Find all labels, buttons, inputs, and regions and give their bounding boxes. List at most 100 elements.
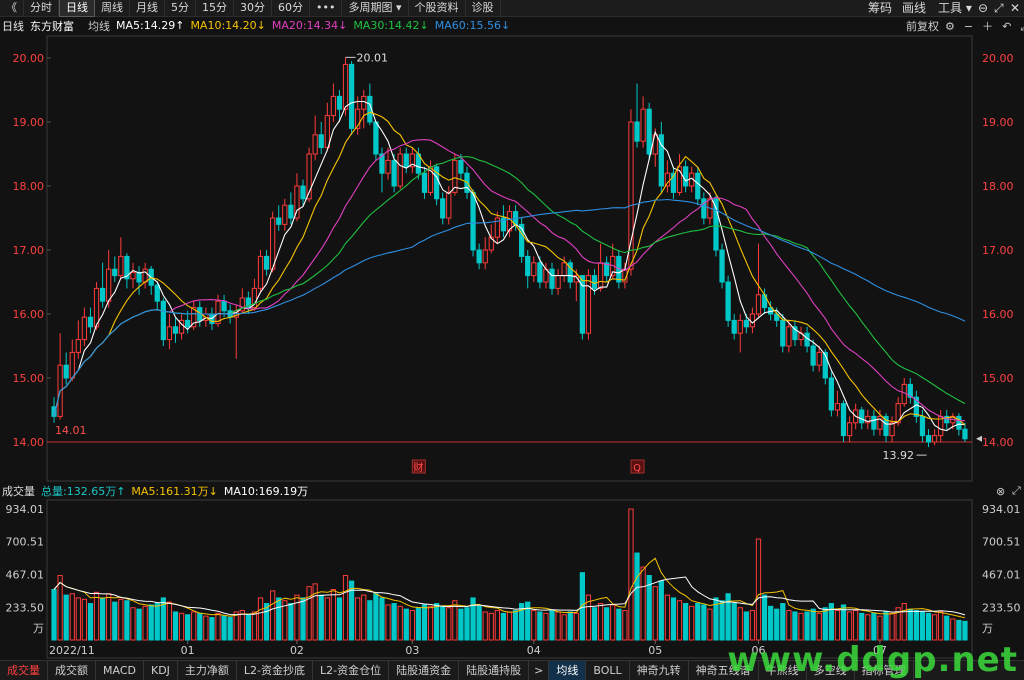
indicator-tab-9[interactable]: >: [529, 661, 550, 680]
candle-body: [130, 271, 136, 280]
candle-body: [719, 249, 725, 283]
volume-title: 成交量: [2, 485, 35, 498]
volume-bar: [318, 594, 324, 641]
candle-body: [81, 316, 88, 341]
volume-bar: [889, 612, 895, 641]
volume-tick-left: 233.50: [6, 601, 45, 614]
candle-body: [312, 134, 318, 155]
price-tick-left: 20.00: [13, 52, 45, 65]
candle-body: [925, 435, 932, 443]
volume-bar: [130, 607, 136, 641]
volume-bar: [604, 607, 610, 641]
x-axis-label: 02: [290, 644, 304, 657]
volume-bar: [573, 612, 579, 641]
volume-bar: [786, 610, 792, 641]
volume-bar: [288, 603, 294, 641]
volume-bar: [676, 600, 683, 641]
close-icon[interactable]: ⊗: [996, 485, 1005, 498]
volume-bar: [51, 589, 57, 641]
indicator-tab-11[interactable]: BOLL: [586, 661, 630, 680]
volume-total: 总量:132.65万↑: [41, 485, 126, 498]
candle-body: [682, 166, 689, 187]
candle-body: [646, 108, 652, 155]
candle-body: [160, 300, 166, 341]
volume-bar: [707, 608, 713, 641]
candle-body: [743, 319, 749, 328]
volume-bar: [725, 593, 731, 641]
candle-body: [810, 345, 816, 366]
volume-bar: [245, 614, 251, 641]
volume-bar: [865, 614, 871, 641]
volume-bar: [859, 612, 865, 641]
candle-body: [440, 198, 446, 219]
candle-body: [640, 108, 646, 142]
volume-ma5-line: [53, 557, 966, 619]
volume-bar: [355, 597, 361, 641]
volume-bar: [209, 617, 215, 641]
candle-body: [385, 159, 391, 174]
ma20-line: [53, 139, 966, 422]
volume-bar: [391, 603, 397, 641]
volume-bar: [822, 607, 828, 641]
candle-body: [634, 121, 640, 142]
candle-body: [531, 262, 537, 277]
candle-body: [828, 377, 834, 411]
candle-body: [318, 134, 324, 149]
candle-body: [470, 191, 476, 251]
high-label: 20.01: [357, 51, 389, 64]
volume-bar: [367, 600, 373, 641]
low-label-left: 14.01: [55, 424, 87, 437]
indicator-tab-3[interactable]: KDJ: [144, 661, 178, 680]
expand-icon[interactable]: ⤢: [1012, 484, 1021, 498]
volume-ma10: MA10:169.19万: [223, 485, 309, 498]
candle-body: [537, 262, 543, 283]
price-tick-right: 20.00: [982, 52, 1014, 65]
kline-chart[interactable]: 20.00 20.00 19.00 19.00 18.00 18.00 17.00 17.00…: [0, 0, 1024, 679]
volume-tick-right: 467.01: [982, 568, 1021, 581]
indicator-tab-8[interactable]: 陆股通持股: [459, 661, 530, 680]
indicator-tab-10[interactable]: 均线: [549, 661, 587, 680]
volume-bar: [106, 593, 112, 641]
volume-bar: [549, 610, 555, 641]
volume-bar: [440, 605, 446, 641]
price-tick-left: 18.00: [13, 180, 45, 193]
volume-bar: [93, 591, 100, 641]
candle-body: [931, 435, 938, 443]
indicator-tab-2[interactable]: MACD: [96, 661, 144, 680]
indicator-tab-1[interactable]: 成交额: [48, 661, 96, 680]
indicator-tab-6[interactable]: L2-资金仓位: [313, 661, 390, 680]
ma30-line: [53, 156, 966, 417]
indicator-tab-5[interactable]: L2-资金抄底: [237, 661, 314, 680]
candle-body: [840, 403, 847, 437]
volume-bar: [63, 594, 69, 641]
candle-body: [731, 319, 737, 334]
candle-body: [962, 428, 968, 440]
volume-bar: [421, 604, 428, 641]
volume-bar: [846, 611, 853, 641]
price-tick-left: 17.00: [13, 244, 45, 257]
candle-body: [263, 255, 270, 270]
candle-body: [871, 415, 877, 430]
candle-body: [397, 153, 403, 187]
volume-bar: [816, 612, 822, 641]
volume-bar: [938, 611, 944, 641]
volume-ma5: MA5:161.31万↓: [131, 485, 218, 498]
volume-bar: [221, 615, 227, 641]
indicator-tab-12[interactable]: 神奇九转: [630, 661, 689, 680]
indicator-tab-0[interactable]: 成交量: [0, 661, 48, 680]
indicator-tab-7[interactable]: 陆股通资金: [389, 661, 460, 680]
volume-bar: [567, 611, 573, 641]
volume-info-bar: 成交量 总量:132.65万↑ MA5:161.31万↓ MA10:169.19…: [0, 483, 1024, 499]
indicator-tab-4[interactable]: 主力净额: [178, 661, 237, 680]
candle-body: [154, 284, 160, 302]
candle-body: [956, 415, 962, 430]
candle-body: [877, 415, 883, 430]
volume-bar: [185, 614, 191, 641]
price-tick-right: 17.00: [982, 244, 1014, 257]
candle-body: [361, 95, 367, 110]
volume-bar: [925, 612, 932, 641]
candle-body: [172, 326, 179, 334]
candle-body: [458, 159, 464, 174]
volume-bar: [622, 610, 628, 641]
volume-bar: [239, 610, 245, 641]
